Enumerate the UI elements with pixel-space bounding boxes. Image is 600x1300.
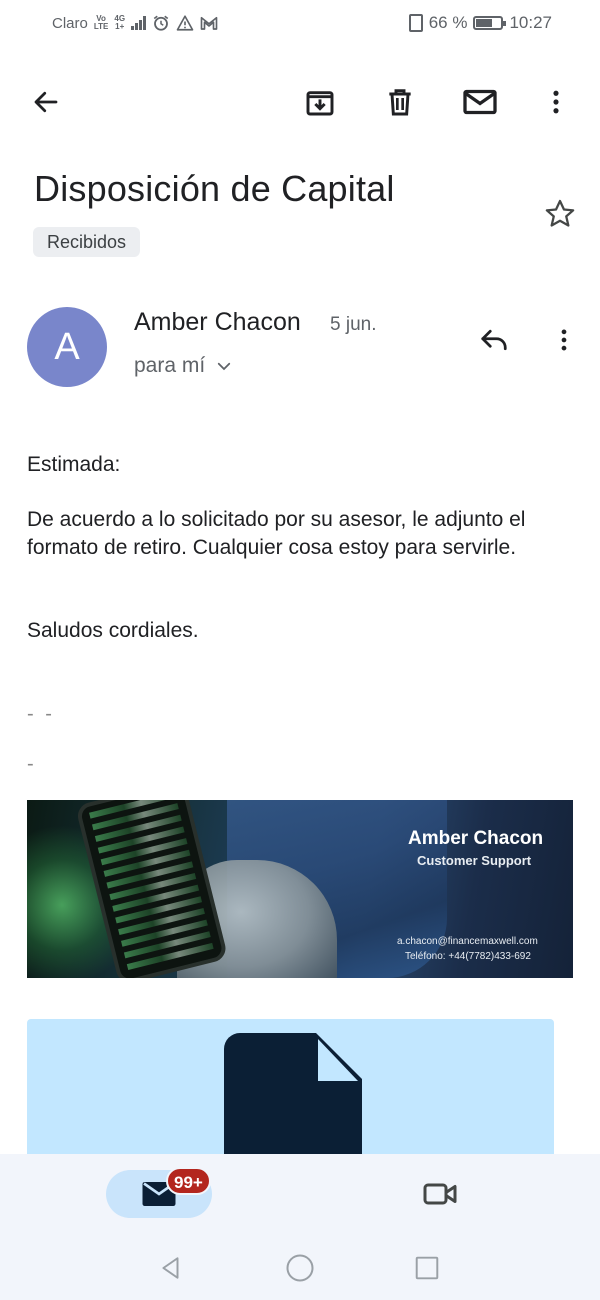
reply-icon: [481, 329, 507, 351]
email-subject: Disposición de Capital: [34, 168, 395, 209]
banner-name: Amber Chacon: [408, 828, 544, 849]
bottom-navigation: 99+: [0, 1154, 600, 1300]
more-vert-icon: [553, 90, 559, 114]
banner-role: Customer Support: [417, 853, 532, 868]
sender-avatar[interactable]: A: [27, 307, 107, 387]
email-paragraph: De acuerdo a lo solicitado por su asesor…: [27, 508, 526, 559]
banner-phone: Teléfono: +44(7782)433-692: [405, 951, 531, 962]
system-navigation-bar: [0, 1240, 600, 1294]
status-left: Claro Vo LTE 4G 1+: [52, 14, 218, 32]
trash-icon: [389, 89, 411, 116]
system-recents-button[interactable]: [407, 1248, 447, 1288]
status-right: 66 % 10:27: [408, 13, 552, 33]
star-button[interactable]: [538, 192, 582, 236]
signature-separator: - -: [27, 703, 55, 725]
message-more-button[interactable]: [542, 318, 586, 362]
more-vert-icon: [561, 329, 567, 351]
signature-separator-2: -: [27, 753, 37, 775]
recents-square-icon: [415, 1256, 439, 1280]
email-date: 5 jun.: [330, 314, 377, 335]
mark-unread-button[interactable]: [458, 80, 502, 124]
email-greeting: Estimada:: [27, 453, 121, 476]
email-closing: Saludos cordiales.: [27, 619, 199, 642]
star-icon: [545, 199, 575, 227]
clock: 10:27: [509, 13, 552, 32]
battery-icon: [473, 16, 507, 30]
video-camera-icon: [423, 1183, 457, 1205]
volte-indicator: Vo LTE: [93, 14, 109, 31]
more-options-button[interactable]: [534, 80, 578, 124]
email-toolbar: [0, 70, 600, 130]
sender-name: Amber Chacon: [134, 308, 301, 336]
signature-banner-image: Amber Chacon Customer Support a.chacon@f…: [27, 800, 573, 978]
unread-badge: 99+: [166, 1167, 211, 1195]
recipient-details-toggle[interactable]: para mí: [134, 354, 233, 378]
chevron-down-icon: [218, 362, 231, 371]
archive-icon: [306, 91, 334, 116]
archive-button[interactable]: [298, 80, 342, 124]
banner-email: a.chacon@financemaxwell.com: [397, 936, 538, 947]
alarm-icon: [153, 15, 169, 31]
signal-icon: [131, 16, 147, 30]
battery-level: [476, 19, 493, 27]
status-bar: Claro Vo LTE 4G 1+ 66 % 10:27: [0, 0, 600, 48]
delete-button[interactable]: [378, 80, 422, 124]
mark-unread-icon: [463, 89, 497, 115]
recipient-label: para mí: [134, 354, 206, 377]
system-back-button[interactable]: [151, 1248, 191, 1288]
vibrate-icon: [408, 14, 423, 32]
system-home-button[interactable]: [280, 1248, 320, 1288]
home-circle-icon: [286, 1254, 314, 1282]
warning-icon: [176, 15, 194, 31]
battery-percent: 66 %: [428, 13, 468, 32]
back-triangle-icon: [162, 1257, 179, 1279]
carrier-label: Claro: [52, 14, 88, 32]
nav-meet-tab[interactable]: [418, 1172, 462, 1216]
label-chip-inbox[interactable]: Recibidos: [33, 227, 141, 257]
gmail-icon: [200, 16, 218, 30]
back-arrow-icon: [34, 91, 58, 113]
reply-button[interactable]: [472, 318, 516, 362]
back-button[interactable]: [24, 80, 68, 124]
network-type-indicator: 4G 1+: [114, 14, 126, 31]
